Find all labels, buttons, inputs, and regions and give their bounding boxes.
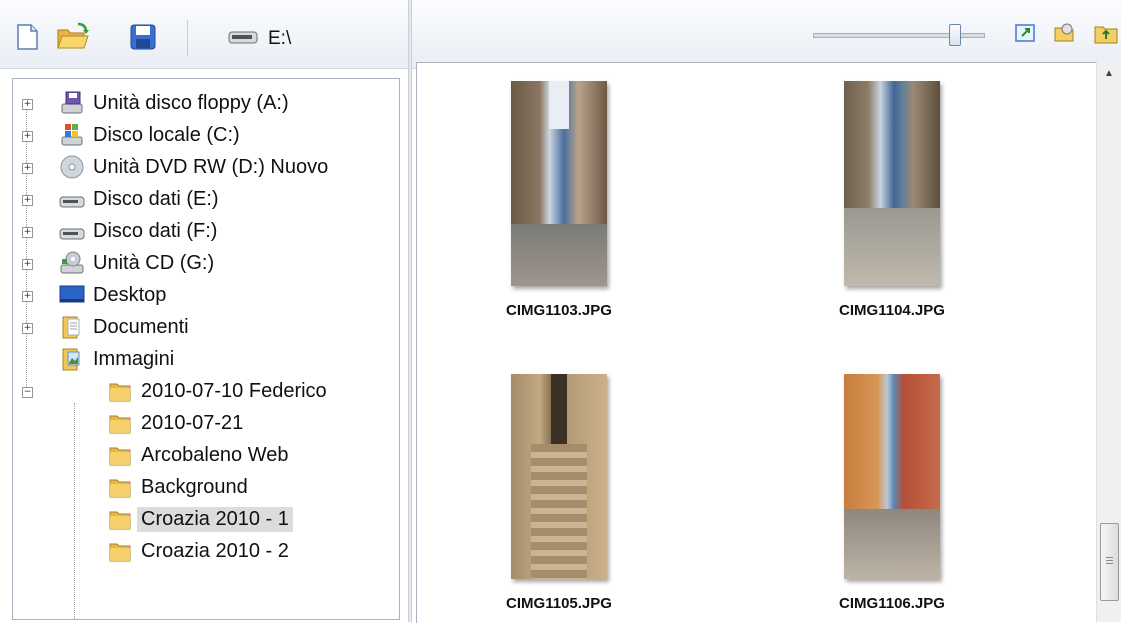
panel-splitter[interactable] — [408, 0, 412, 622]
save-disk-icon[interactable] — [128, 22, 158, 52]
tree-item-folder-arcobaleno-web[interactable]: Arcobaleno Web — [107, 439, 293, 471]
collapse-toggle[interactable]: − — [22, 387, 33, 398]
drive-button[interactable]: E:\ — [228, 24, 291, 54]
tree-item-folder-croazia-2[interactable]: Croazia 2010 - 2 — [107, 535, 293, 567]
hard-drive-icon — [228, 29, 258, 50]
tree-child-line — [74, 403, 75, 619]
thumbnail-caption: CIMG1105.JPG — [506, 595, 612, 612]
expand-toggle[interactable]: + — [22, 195, 33, 206]
expand-toggle[interactable]: + — [22, 259, 33, 270]
drive-label: E:\ — [268, 28, 292, 49]
tree-item-label: Croazia 2010 - 1 — [137, 506, 293, 532]
thumbnail-item[interactable]: CIMG1105.JPG — [474, 374, 644, 612]
expand-toggle[interactable]: + — [22, 163, 33, 174]
thumbnail-view: CIMG1103.JPG CIMG1104.JPG CIMG1105.JPG C… — [416, 62, 1121, 623]
tree-item-label: Desktop — [93, 283, 167, 306]
folder-icon — [107, 442, 133, 468]
tree-item-folder-2010-07-21[interactable]: 2010-07-21 — [107, 407, 247, 439]
tree-item-floppy[interactable]: Unità disco floppy (A:) — [59, 87, 293, 119]
tree-item-dvd-d[interactable]: Unità DVD RW (D:) Nuovo — [59, 151, 332, 183]
left-toolbar: E:\ — [0, 0, 408, 69]
folder-options-icon[interactable] — [1053, 21, 1077, 50]
scroll-up-arrow-icon[interactable]: ▲ — [1104, 68, 1114, 79]
tree-item-label: Arcobaleno Web — [141, 443, 289, 466]
hard-drive-icon — [59, 218, 85, 244]
tree-item-folder-background[interactable]: Background — [107, 471, 252, 503]
tree-item-folder-croazia-1[interactable]: Croazia 2010 - 1 — [107, 503, 293, 535]
thumbnail-image — [844, 81, 940, 286]
documents-folder-icon — [59, 314, 85, 340]
tree-item-local-disk-c[interactable]: Disco locale (C:) — [59, 119, 244, 151]
tree-item-label: Unità DVD RW (D:) Nuovo — [93, 155, 329, 178]
tree-item-label: Disco dati (E:) — [93, 187, 219, 210]
tree-item-label: Disco dati (F:) — [93, 219, 218, 242]
tree-item-desktop[interactable]: Desktop — [59, 279, 170, 311]
expand-toggle[interactable]: + — [22, 291, 33, 302]
open-folder-icon[interactable] — [56, 22, 89, 52]
tree-item-label: Croazia 2010 - 2 — [141, 539, 289, 562]
expand-toggle[interactable]: + — [22, 323, 33, 334]
expand-toggle[interactable]: + — [22, 99, 33, 110]
folder-icon — [107, 474, 133, 500]
thumbnail-caption: CIMG1103.JPG — [506, 302, 612, 319]
tree-item-label: 2010-07-21 — [141, 411, 244, 434]
dvd-drive-icon — [59, 154, 85, 180]
folder-icon — [107, 538, 133, 564]
scrollbar-thumb[interactable] — [1100, 523, 1119, 601]
toolbar-separator — [187, 20, 188, 56]
thumbnail-caption: CIMG1106.JPG — [839, 595, 945, 612]
floppy-drive-icon — [59, 90, 85, 116]
thumbnail-item[interactable]: CIMG1106.JPG — [807, 374, 977, 612]
desktop-icon — [59, 282, 85, 308]
cd-drive-icon — [59, 250, 85, 276]
tree-item-label: Disco locale (C:) — [93, 123, 240, 146]
new-file-icon[interactable] — [12, 22, 42, 52]
folder-icon — [107, 378, 133, 404]
tree-item-label: Unità disco floppy (A:) — [93, 91, 289, 114]
folder-icon — [107, 410, 133, 436]
vertical-scrollbar[interactable]: ▲ — [1096, 62, 1121, 622]
tree-item-data-disk-e[interactable]: Disco dati (E:) — [59, 183, 223, 215]
tree-item-label: Unità CD (G:) — [93, 251, 215, 274]
thumbnail-image — [844, 374, 940, 579]
tree-item-pictures[interactable]: Immagini — [59, 343, 178, 375]
tree-root-line — [26, 103, 27, 393]
thumbnail-item[interactable]: CIMG1104.JPG — [807, 81, 977, 319]
expand-toggle[interactable]: + — [22, 131, 33, 142]
tree-item-label: Documenti — [93, 315, 189, 338]
up-folder-icon[interactable] — [1093, 21, 1119, 50]
tree-item-documents[interactable]: Documenti — [59, 311, 193, 343]
zoom-slider-thumb[interactable] — [949, 24, 961, 46]
tree-item-label: Background — [141, 475, 248, 498]
expand-toggle[interactable]: + — [22, 227, 33, 238]
thumbnail-caption: CIMG1104.JPG — [839, 302, 945, 319]
tree-item-cd-g[interactable]: Unità CD (G:) — [59, 247, 218, 279]
thumbnail-image — [511, 81, 607, 286]
tree-item-data-disk-f[interactable]: Disco dati (F:) — [59, 215, 221, 247]
thumbnail-item[interactable]: CIMG1103.JPG — [474, 81, 644, 319]
thumbnail-image — [511, 374, 607, 579]
maximize-view-icon[interactable] — [1014, 22, 1036, 49]
tree-item-folder-2010-07-10[interactable]: 2010-07-10 Federico — [107, 375, 331, 407]
hard-drive-icon — [59, 186, 85, 212]
pictures-folder-icon — [59, 346, 85, 372]
tree-item-label: 2010-07-10 Federico — [141, 379, 327, 402]
windows-drive-icon — [59, 122, 85, 148]
folder-icon — [107, 506, 133, 532]
folder-tree: + Unità disco floppy (A:) + Disco locale… — [12, 78, 400, 620]
tree-item-label: Immagini — [93, 347, 175, 370]
